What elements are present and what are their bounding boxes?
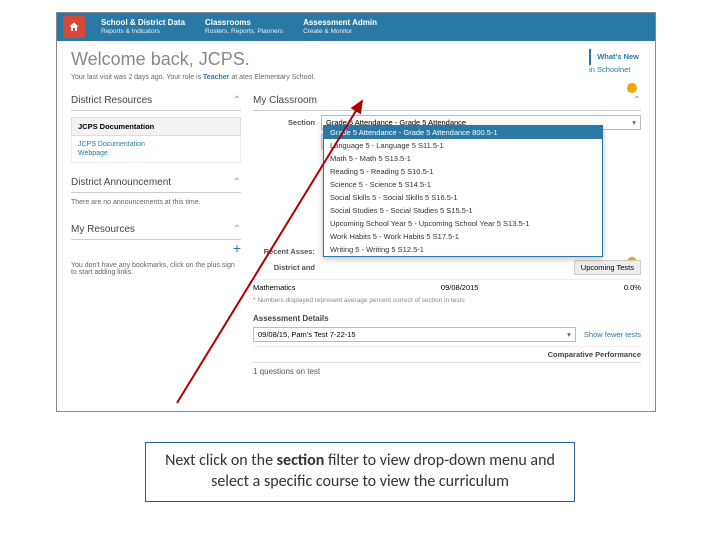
home-icon [68, 21, 80, 33]
nav-title: Classrooms [205, 18, 283, 28]
screenshot-frame: School & District Data Reports & Indicat… [56, 12, 656, 412]
last-visit-pre: Your last visit was 2 days ago. Your rol… [71, 74, 203, 81]
accent-bar [589, 49, 591, 65]
whats-new-sub: in Schoolnet [589, 65, 630, 74]
last-visit-post: at ates Elementary School. [229, 74, 315, 81]
last-visit-text: Your last visit was 2 days ago. Your rol… [71, 74, 641, 81]
annotation-arrow [167, 93, 377, 412]
welcome-text: Welcome back, JCPS. [71, 49, 641, 70]
panel-title: District Resources [71, 95, 152, 106]
whats-new-label: What's New [597, 52, 639, 61]
caption-pre: Next click on the [165, 451, 277, 470]
nav-item-classrooms[interactable]: Classrooms Rosters, Reports, Planners [195, 13, 293, 41]
nav-title: School & District Data [101, 18, 185, 28]
nav-sub: Rosters, Reports, Planners [205, 28, 283, 36]
assess-date: 09/08/2015 [441, 283, 479, 292]
nav-item-assessment[interactable]: Assessment Admin Create & Monitor [293, 13, 387, 41]
home-button[interactable] [63, 16, 85, 38]
nav-title: Assessment Admin [303, 18, 377, 28]
chevron-down-icon: ▾ [567, 330, 571, 339]
chevron-up-icon: ⌃ [633, 95, 641, 106]
upcoming-label: Upcoming Tests [581, 263, 634, 272]
upcoming-tests-button[interactable]: Upcoming Tests [574, 260, 641, 275]
panel-title: My Resources [71, 224, 135, 235]
caption-bold: section [277, 451, 325, 470]
whats-new-link[interactable]: What's New in Schoolnet [589, 49, 639, 74]
last-visit-role: Teacher [203, 74, 229, 81]
nav-item-school-data[interactable]: School & District Data Reports & Indicat… [91, 13, 195, 41]
show-fewer-tests-link[interactable]: Show fewer tests [584, 330, 641, 339]
nav-sub: Reports & Indicators [101, 28, 185, 36]
top-nav: School & District Data Reports & Indicat… [57, 13, 655, 41]
chevron-down-icon: ▾ [632, 118, 636, 127]
instruction-caption: Next click on the section filter to view… [145, 442, 575, 502]
assess-pct: 0.0% [624, 283, 641, 292]
panel-title: District Announcement [71, 177, 171, 188]
nav-sub: Create & Monitor [303, 28, 377, 36]
